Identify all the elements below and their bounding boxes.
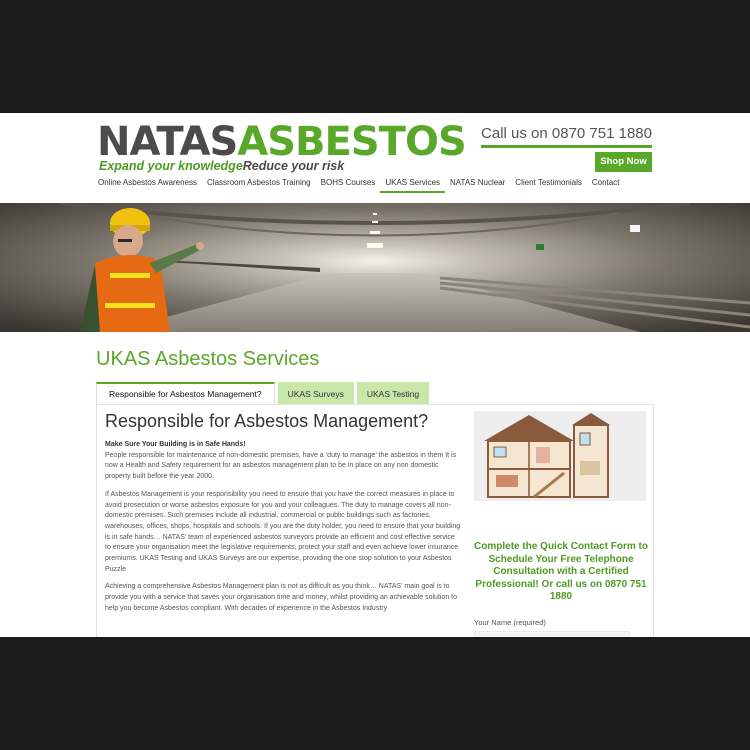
intro-text: People responsible for maintenance of no… xyxy=(105,451,457,481)
main-nav: Online Asbestos Awareness Classroom Asbe… xyxy=(93,175,624,193)
logo-tagline: Expand your knowledgeReduce your risk xyxy=(99,159,344,173)
nav-item-classroom-training[interactable]: Classroom Asbestos Training xyxy=(202,175,316,193)
call-us-phone[interactable]: Call us on 0870 751 1880 xyxy=(481,125,652,148)
tab-ukas-surveys[interactable]: UKAS Surveys xyxy=(277,382,354,404)
main-content: Responsible for Asbestos Management? Mak… xyxy=(105,411,461,622)
service-tabs: Responsible for Asbestos Management? UKA… xyxy=(96,382,432,404)
intro-bold: Make Sure Your Building is in Safe Hands… xyxy=(105,441,246,448)
intro-paragraph: Make Sure Your Building is in Safe Hands… xyxy=(105,440,461,483)
tagline-part1: Expand your knowledge xyxy=(99,159,243,173)
nav-item-contact[interactable]: Contact xyxy=(587,175,625,193)
nav-item-online-awareness[interactable]: Online Asbestos Awareness xyxy=(93,175,202,193)
quick-contact-heading: Complete the Quick Contact Form to Sched… xyxy=(474,541,648,602)
tunnel-illustration xyxy=(0,203,750,332)
nav-item-natas-nuclear[interactable]: NATAS Nuclear xyxy=(445,175,510,193)
content-heading: Responsible for Asbestos Management? xyxy=(105,411,429,431)
nav-item-client-testimonials[interactable]: Client Testimonials xyxy=(510,175,587,193)
nav-item-bohs-courses[interactable]: BOHS Courses xyxy=(316,175,381,193)
name-field-label: Your Name (required) xyxy=(474,617,546,627)
site-logo[interactable]: NATASASBESTOS Expand your knowledgeReduc… xyxy=(97,119,467,179)
house-cutaway-image xyxy=(474,411,646,501)
shop-now-button[interactable]: Shop Now xyxy=(595,152,652,172)
site-header: NATASASBESTOS Expand your knowledgeReduc… xyxy=(0,113,750,203)
page: NATASASBESTOS Expand your knowledgeReduc… xyxy=(0,113,750,637)
tab-ukas-testing[interactable]: UKAS Testing xyxy=(356,382,430,404)
name-input[interactable] xyxy=(474,630,630,637)
page-title: UKAS Asbestos Services xyxy=(96,348,320,370)
tab-asbestos-management[interactable]: Responsible for Asbestos Management? xyxy=(96,382,275,404)
sidebar: Complete the Quick Contact Form to Sched… xyxy=(474,411,648,637)
tab-content-panel: Responsible for Asbestos Management? Mak… xyxy=(96,404,654,637)
hero-tunnel-image xyxy=(0,203,750,332)
body-paragraph-2: Achieving a comprehensive Asbestos Manag… xyxy=(105,583,458,612)
house-illustration xyxy=(474,411,646,501)
tagline-part2: Reduce your risk xyxy=(242,159,345,173)
nav-item-ukas-services[interactable]: UKAS Services xyxy=(380,175,446,193)
body-paragraph-1: If Asbestos Management is your responsib… xyxy=(105,490,461,573)
